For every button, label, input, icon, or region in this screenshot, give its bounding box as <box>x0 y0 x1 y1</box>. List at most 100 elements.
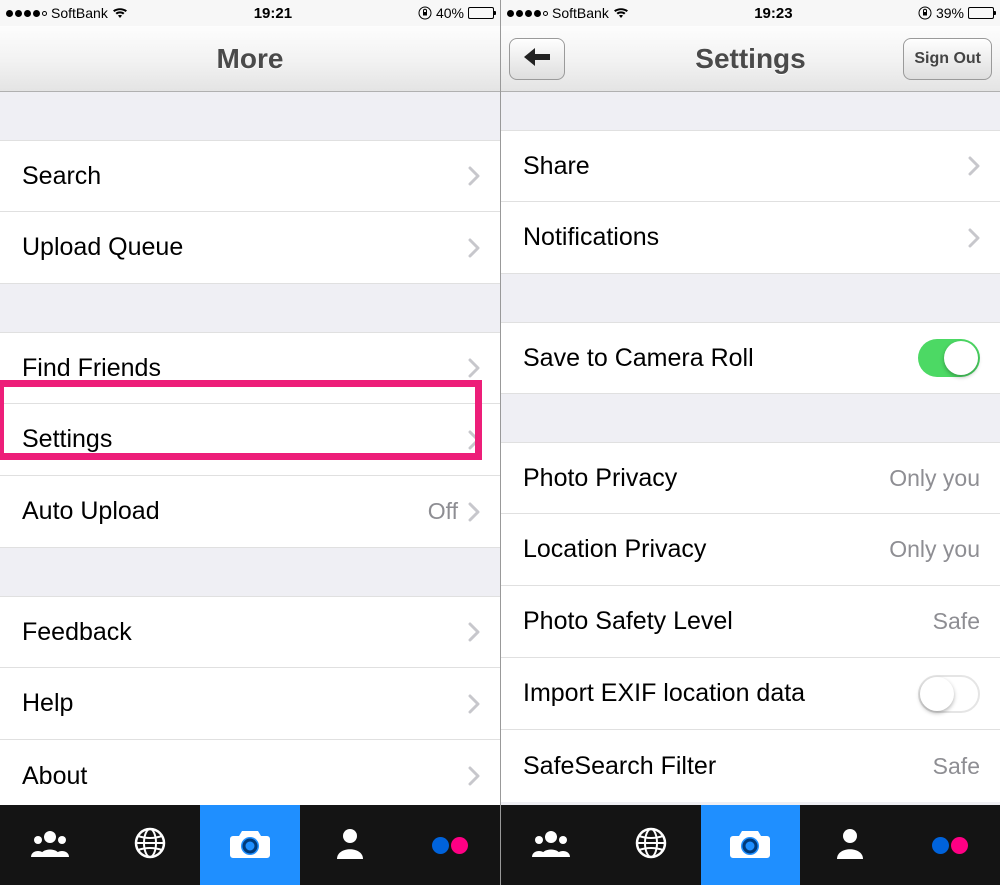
people-icon <box>30 827 70 864</box>
back-arrow-icon <box>522 46 552 73</box>
row-value: Off <box>428 498 458 525</box>
toggle-save-camera-roll[interactable] <box>918 339 980 377</box>
person-icon <box>335 826 365 865</box>
tab-camera[interactable] <box>200 805 300 885</box>
row-label: Settings <box>22 425 468 454</box>
row-about[interactable]: About <box>0 740 500 805</box>
orientation-lock-icon <box>418 6 432 20</box>
tab-profile[interactable] <box>800 805 900 885</box>
row-label: Search <box>22 162 468 191</box>
status-bar: SoftBank 19:23 39% <box>501 0 1000 26</box>
row-find-friends[interactable]: Find Friends <box>0 332 500 404</box>
status-right: 39% <box>918 5 994 21</box>
status-time: 19:21 <box>254 5 292 22</box>
row-auto-upload[interactable]: Auto Upload Off <box>0 476 500 548</box>
sign-out-button[interactable]: Sign Out <box>903 38 992 80</box>
row-location-privacy[interactable]: Location Privacy Only you <box>501 514 1000 586</box>
tab-flickr[interactable] <box>400 805 500 885</box>
status-time: 19:23 <box>754 5 792 22</box>
tab-people[interactable] <box>0 805 100 885</box>
battery-icon <box>968 7 994 19</box>
row-search[interactable]: Search <box>0 140 500 212</box>
toggle-import-exif[interactable] <box>918 675 980 713</box>
tab-globe[interactable] <box>601 805 701 885</box>
row-settings[interactable]: Settings <box>0 404 500 476</box>
row-label: SafeSearch Filter <box>523 752 933 781</box>
row-label: Photo Privacy <box>523 464 889 493</box>
row-label: Auto Upload <box>22 497 428 526</box>
chevron-right-icon <box>468 622 480 642</box>
row-label: Photo Safety Level <box>523 607 933 636</box>
camera-icon <box>729 826 771 865</box>
row-help[interactable]: Help <box>0 668 500 740</box>
row-label: About <box>22 762 468 791</box>
row-label: Feedback <box>22 618 468 647</box>
people-icon <box>531 827 571 864</box>
chevron-right-icon <box>468 694 480 714</box>
signal-strength-icon <box>6 10 47 17</box>
tab-camera[interactable] <box>701 805 801 885</box>
status-bar: SoftBank 19:21 40% <box>0 0 500 26</box>
screen-more: SoftBank 19:21 40% More Search Upload Qu… <box>0 0 500 885</box>
row-share[interactable]: Share <box>501 130 1000 202</box>
person-icon <box>835 826 865 865</box>
list-more: Search Upload Queue Find Friends Setting… <box>0 92 500 805</box>
carrier-label: SoftBank <box>552 5 609 21</box>
tab-globe[interactable] <box>100 805 200 885</box>
list-gap <box>0 92 500 140</box>
battery-percent: 39% <box>936 5 964 21</box>
list-gap <box>501 394 1000 442</box>
row-upload-queue[interactable]: Upload Queue <box>0 212 500 284</box>
row-label: Upload Queue <box>22 233 468 262</box>
nav-bar: Settings Sign Out <box>501 26 1000 92</box>
row-notifications[interactable]: Notifications <box>501 202 1000 274</box>
row-photo-safety[interactable]: Photo Safety Level Safe <box>501 586 1000 658</box>
list-gap <box>501 274 1000 322</box>
globe-icon <box>133 826 167 865</box>
globe-icon <box>634 826 668 865</box>
row-feedback[interactable]: Feedback <box>0 596 500 668</box>
nav-bar: More <box>0 26 500 92</box>
list-gap <box>0 548 500 596</box>
chevron-right-icon <box>468 502 480 522</box>
status-left: SoftBank <box>6 5 128 21</box>
row-value: Only you <box>889 536 980 563</box>
row-label: Find Friends <box>22 354 468 383</box>
tab-bar <box>501 805 1000 885</box>
tab-profile[interactable] <box>300 805 400 885</box>
sign-out-label: Sign Out <box>914 50 981 68</box>
row-save-camera-roll[interactable]: Save to Camera Roll <box>501 322 1000 394</box>
chevron-right-icon <box>468 430 480 450</box>
battery-percent: 40% <box>436 5 464 21</box>
flickr-icon <box>432 837 468 854</box>
chevron-right-icon <box>468 166 480 186</box>
row-photo-privacy[interactable]: Photo Privacy Only you <box>501 442 1000 514</box>
status-left: SoftBank <box>507 5 629 21</box>
list-gap <box>0 284 500 332</box>
row-label: Save to Camera Roll <box>523 344 918 373</box>
back-button[interactable] <box>509 38 565 80</box>
status-right: 40% <box>418 5 494 21</box>
orientation-lock-icon <box>918 6 932 20</box>
chevron-right-icon <box>468 238 480 258</box>
chevron-right-icon <box>468 766 480 786</box>
flickr-icon <box>932 837 968 854</box>
wifi-icon <box>112 7 128 19</box>
row-label: Notifications <box>523 223 968 252</box>
row-safesearch[interactable]: SafeSearch Filter Safe <box>501 730 1000 802</box>
list-settings: Share Notifications Save to Camera Roll … <box>501 92 1000 805</box>
row-label: Location Privacy <box>523 535 889 564</box>
chevron-right-icon <box>468 358 480 378</box>
signal-strength-icon <box>507 10 548 17</box>
tab-people[interactable] <box>501 805 601 885</box>
row-label: Share <box>523 152 968 181</box>
row-import-exif[interactable]: Import EXIF location data <box>501 658 1000 730</box>
row-value: Only you <box>889 465 980 492</box>
tab-bar <box>0 805 500 885</box>
chevron-right-icon <box>968 156 980 176</box>
tab-flickr[interactable] <box>900 805 1000 885</box>
battery-icon <box>468 7 494 19</box>
nav-title: More <box>217 43 284 75</box>
wifi-icon <box>613 7 629 19</box>
carrier-label: SoftBank <box>51 5 108 21</box>
